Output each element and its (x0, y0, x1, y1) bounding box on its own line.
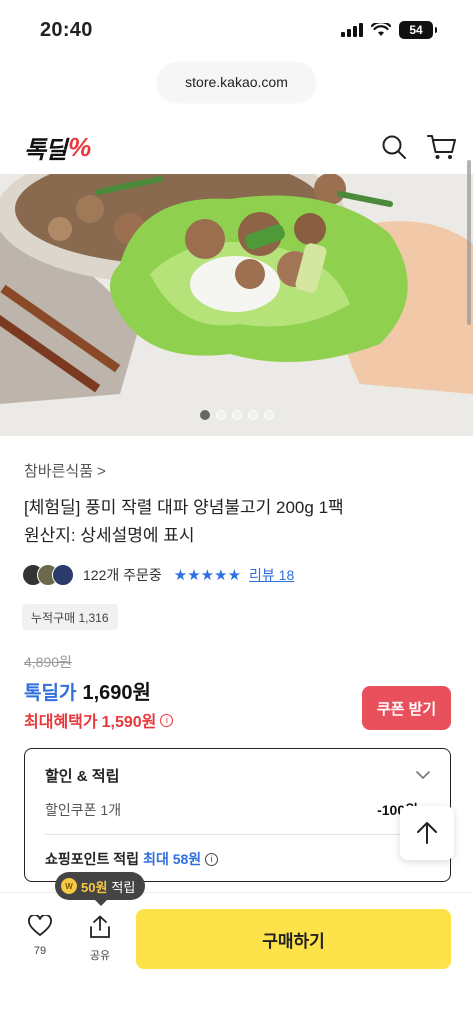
scroll-top-button[interactable] (400, 806, 454, 860)
status-time: 20:40 (40, 18, 93, 41)
rating-row: 122개 주문중 ★★★★★ 리뷰 18 (22, 564, 294, 586)
logo[interactable]: 톡딜 % (24, 130, 91, 165)
product-origin: 원산지: 상세설명에 표시 (24, 526, 195, 545)
shopping-point-label: 쇼핑포인트 적립 (45, 851, 140, 867)
coin-icon: W (61, 878, 77, 894)
status-icons: 54 (341, 21, 437, 39)
wifi-icon (371, 23, 391, 36)
share-label: 공유 (89, 950, 111, 962)
chevron-down-icon[interactable] (416, 771, 430, 780)
share-button[interactable]: 공유 (80, 915, 120, 963)
shopping-point-row: 쇼핑포인트 적립 최대 58원 i (45, 849, 430, 869)
product-image (0, 174, 473, 436)
arrow-up-icon (417, 822, 437, 844)
like-button[interactable]: 79 (20, 915, 60, 957)
max-benefit-price: 1,590원 (101, 714, 157, 731)
status-bar: 20:40 54 (0, 0, 473, 60)
deal-price-row: 톡딜가 1,690원 (24, 676, 151, 705)
cart-icon[interactable] (427, 133, 457, 161)
signal-icon (341, 23, 363, 37)
logo-mark: % (68, 131, 91, 162)
gallery-dot[interactable] (215, 410, 226, 420)
share-reward-tooltip: W 50원 적립 (55, 872, 146, 906)
gallery-dot[interactable] (263, 410, 274, 420)
product-title-line: [체험딜] 풍미 작렬 대파 양념불고기 200g 1팩 (24, 498, 344, 517)
review-link[interactable]: 리뷰 18 (249, 565, 294, 585)
logo-text: 톡딜 (24, 136, 67, 164)
tooltip-amount: 50원 (81, 879, 108, 895)
original-price: 4,890원 (24, 654, 72, 670)
benefit-panel: 할인 & 적립 할인쿠폰 1개 -100원 쇼핑포인트 적립 최대 58원 i (24, 748, 451, 882)
benefit-title: 할인 & 적립 (45, 768, 120, 785)
product-image-gallery[interactable] (0, 174, 473, 436)
heart-icon (28, 915, 52, 937)
info-icon[interactable]: i (160, 713, 174, 727)
info-icon[interactable]: i (205, 852, 219, 866)
order-count: 122개 주문중 (83, 567, 162, 583)
coupon-button[interactable]: 쿠폰 받기 (362, 686, 451, 730)
coupon-discount-row: 할인쿠폰 1개 -100원 (45, 800, 430, 835)
gallery-pagination (0, 410, 473, 420)
brand-link[interactable]: 참바른식품 > (24, 460, 106, 481)
search-icon[interactable] (381, 134, 407, 160)
max-benefit-label: 최대혜택가 (24, 714, 98, 731)
star-rating-icon: ★★★★★ (173, 567, 242, 584)
shopping-point-max: 최대 58원 (143, 851, 202, 867)
product-title: [체험딜] 풍미 작렬 대파 양념불고기 200g 1팩 원산지: 상세설명에 … (24, 494, 454, 550)
gallery-dot[interactable] (231, 410, 242, 420)
max-benefit-row: 최대혜택가 1,590원 i (24, 708, 174, 732)
bottom-action-bar: 79 공유 구매하기 (0, 892, 473, 1024)
cumulative-purchase-badge: 누적구매 1,316 (22, 604, 118, 630)
tooltip-suffix: 적립 (111, 879, 136, 895)
deal-price: 1,690원 (82, 682, 151, 704)
gallery-dot[interactable] (247, 410, 258, 420)
url-bar[interactable]: store.kakao.com (157, 62, 316, 102)
benefit-header[interactable]: 할인 & 적립 (45, 765, 430, 786)
header-actions (381, 133, 457, 161)
deal-price-label: 톡딜가 (24, 683, 77, 704)
scrollbar[interactable] (467, 160, 471, 325)
buyer-avatars (22, 564, 74, 586)
avatar (52, 564, 74, 586)
share-icon (90, 915, 110, 938)
app-header: 톡딜 % (0, 120, 473, 174)
like-count: 79 (33, 945, 47, 957)
gallery-dot[interactable] (199, 410, 210, 420)
buy-button[interactable]: 구매하기 (136, 909, 451, 969)
battery-indicator: 54 (399, 21, 437, 39)
coupon-discount-label: 할인쿠폰 1개 (45, 802, 122, 818)
